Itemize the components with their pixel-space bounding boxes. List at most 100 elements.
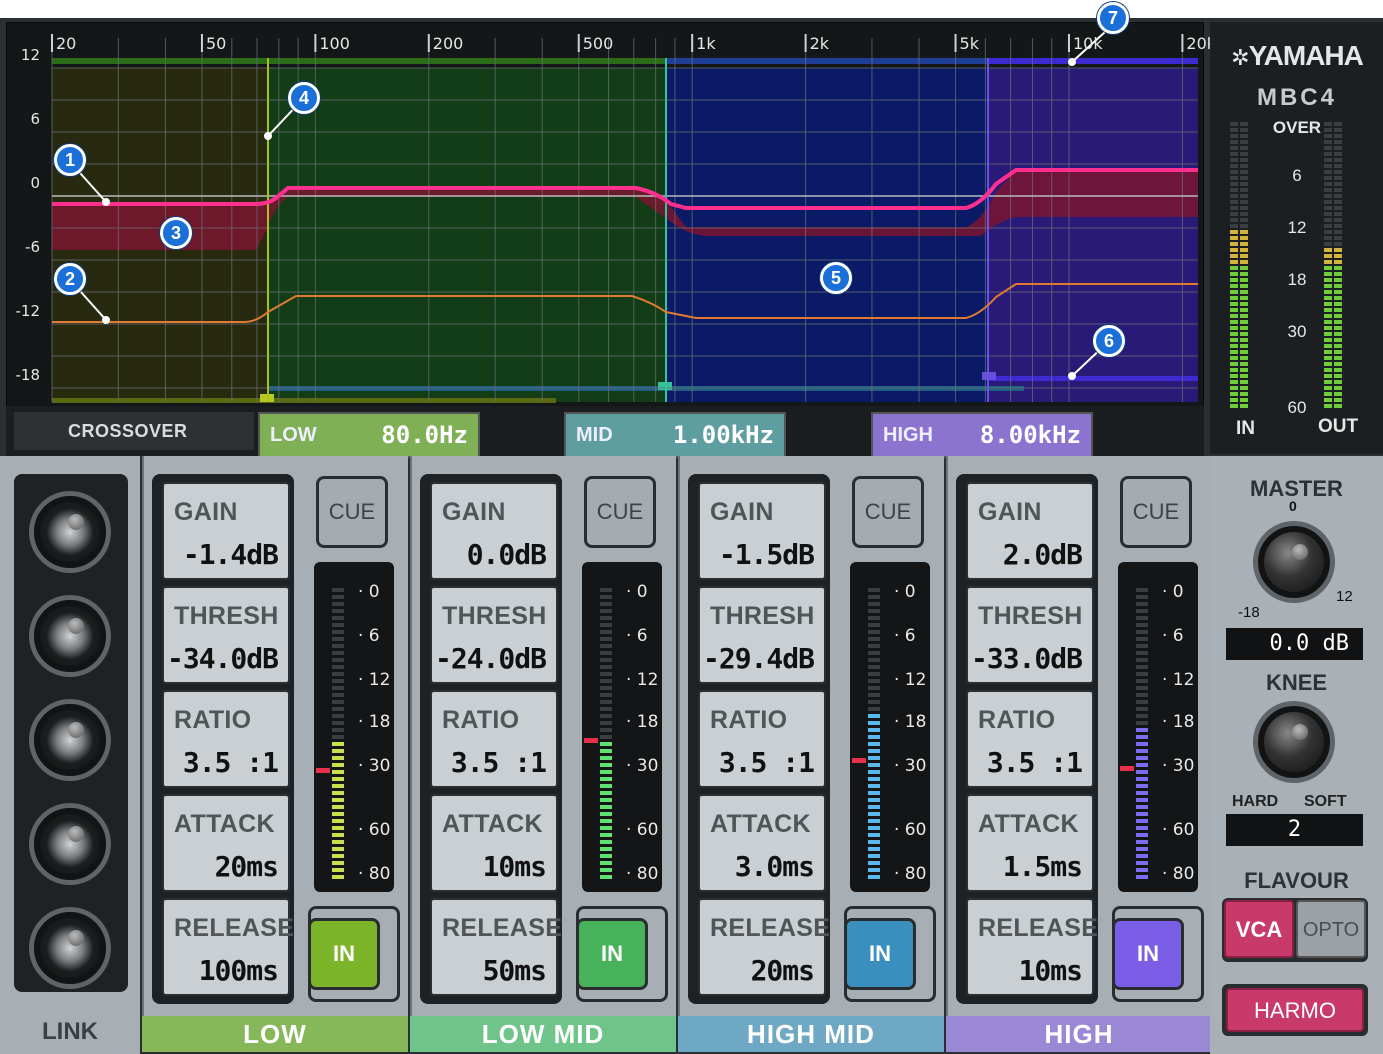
meter-led — [600, 840, 612, 844]
ratio-control[interactable]: RATIO 3.5 :1 — [162, 690, 290, 788]
ratio-control[interactable]: RATIO 3.5 :1 — [966, 690, 1094, 788]
meter-led — [1136, 665, 1148, 669]
callout-7: 7 — [1097, 2, 1129, 34]
crossover-low-field[interactable]: LOW 80.0Hz — [258, 412, 480, 458]
callout-2: 2 — [54, 263, 86, 295]
master-zero-mark: 0 — [1289, 498, 1297, 514]
ratio-label: RATIO — [442, 706, 520, 734]
meter-led — [332, 749, 344, 753]
meter-led — [1136, 686, 1148, 690]
meter-led — [1136, 784, 1148, 788]
release-control[interactable]: RELEASE 20ms — [698, 898, 830, 996]
meter-led — [600, 819, 612, 823]
meter-tick: · 12 — [626, 670, 659, 690]
crossover-high-field[interactable]: HIGH 8.00kHz — [871, 412, 1093, 458]
ratio-value: 3.5 :1 — [450, 746, 547, 779]
gain-control[interactable]: GAIN 0.0dB — [430, 482, 558, 580]
tuning-fork-icon: ✲ — [1231, 45, 1249, 70]
ratio-label: RATIO — [978, 706, 1056, 734]
freq-tick-label: 20 — [56, 34, 77, 53]
meter-led — [332, 623, 344, 627]
meter-led — [868, 595, 880, 599]
knee-knob[interactable] — [1258, 706, 1330, 778]
gain-control[interactable]: GAIN -1.4dB — [162, 482, 290, 580]
meter-led — [1136, 721, 1148, 725]
band-in-button[interactable]: IN — [1112, 918, 1184, 990]
freq-tick-label: 50 — [205, 34, 227, 53]
knee-value[interactable]: 2 — [1226, 814, 1363, 846]
meter-led — [600, 784, 612, 788]
meter-led — [600, 756, 612, 760]
release-control[interactable]: RELEASE 10ms — [966, 898, 1098, 996]
attack-control[interactable]: ATTACK 10ms — [430, 794, 558, 892]
crossover-label: CROSSOVER — [14, 412, 254, 450]
band-in-button[interactable]: IN — [576, 918, 648, 990]
meter-led — [600, 833, 612, 837]
high-band-region — [988, 68, 1198, 402]
meter-led — [868, 756, 880, 760]
release-control[interactable]: RELEASE 100ms — [162, 898, 294, 996]
attack-control[interactable]: ATTACK 1.5ms — [966, 794, 1094, 892]
gain-value: 2.0dB — [1002, 538, 1083, 571]
io-meter-tick: 30 — [1287, 322, 1307, 341]
io-meter-tick: 12 — [1287, 218, 1307, 237]
meter-led — [332, 840, 344, 844]
io-meter-tick: 6 — [1292, 166, 1302, 185]
callout-5: 5 — [820, 262, 852, 294]
band-in-button[interactable]: IN — [308, 918, 380, 990]
master-value[interactable]: 0.0 dB — [1226, 628, 1363, 660]
attack-value: 20ms — [214, 850, 279, 883]
meter-led — [332, 693, 344, 697]
meter-led — [1136, 623, 1148, 627]
meter-led — [1136, 805, 1148, 809]
link-button[interactable] — [34, 600, 106, 672]
meter-led — [868, 861, 880, 865]
cue-button[interactable]: CUE — [584, 476, 656, 548]
gain-control[interactable]: GAIN 2.0dB — [966, 482, 1094, 580]
harmo-button[interactable]: HARMO — [1226, 988, 1364, 1032]
meter-led — [600, 805, 612, 809]
link-button[interactable] — [34, 912, 106, 984]
band-in-button[interactable]: IN — [844, 918, 916, 990]
model-name: MBC4 — [1256, 84, 1337, 111]
meter-tick: · 12 — [358, 670, 391, 690]
meter-led — [332, 833, 344, 837]
meter-led — [1136, 637, 1148, 641]
thresh-control[interactable]: THRESH -34.0dB — [162, 586, 290, 684]
meter-tick: · 18 — [626, 712, 659, 732]
meter-led — [868, 854, 880, 858]
crossover-high-label: HIGH — [883, 423, 933, 446]
ratio-control[interactable]: RATIO 3.5 :1 — [698, 690, 826, 788]
meter-led — [600, 700, 612, 704]
attack-control[interactable]: ATTACK 20ms — [162, 794, 290, 892]
meter-tick: · 0 — [626, 582, 648, 602]
master-knob[interactable] — [1258, 526, 1330, 598]
meter-led — [868, 742, 880, 746]
thresh-control[interactable]: THRESH -33.0dB — [966, 586, 1094, 684]
cue-button[interactable]: CUE — [1120, 476, 1192, 548]
meter-led — [1136, 644, 1148, 648]
thresh-value: -34.0dB — [166, 642, 279, 675]
meter-led — [1136, 791, 1148, 795]
release-control[interactable]: RELEASE 50ms — [430, 898, 562, 996]
meter-led — [600, 630, 612, 634]
flavour-opto-button[interactable]: OPTO — [1296, 900, 1366, 958]
crossover-mid-field[interactable]: MID 1.00kHz — [564, 412, 786, 458]
link-button[interactable] — [34, 496, 106, 568]
meter-led — [600, 658, 612, 662]
meter-led — [1136, 630, 1148, 634]
ratio-control[interactable]: RATIO 3.5 :1 — [430, 690, 558, 788]
attack-control[interactable]: ATTACK 3.0ms — [698, 794, 826, 892]
cue-button[interactable]: CUE — [852, 476, 924, 548]
flavour-vca-button[interactable]: VCA — [1224, 900, 1294, 958]
thresh-control[interactable]: THRESH -24.0dB — [430, 586, 558, 684]
meter-led — [868, 784, 880, 788]
threshold-marker — [316, 768, 330, 773]
meter-led — [332, 798, 344, 802]
cue-button[interactable]: CUE — [316, 476, 388, 548]
gain-control[interactable]: GAIN -1.5dB — [698, 482, 826, 580]
meter-led — [332, 861, 344, 865]
link-button[interactable] — [34, 704, 106, 776]
thresh-control[interactable]: THRESH -29.4dB — [698, 586, 826, 684]
link-button[interactable] — [34, 808, 106, 880]
